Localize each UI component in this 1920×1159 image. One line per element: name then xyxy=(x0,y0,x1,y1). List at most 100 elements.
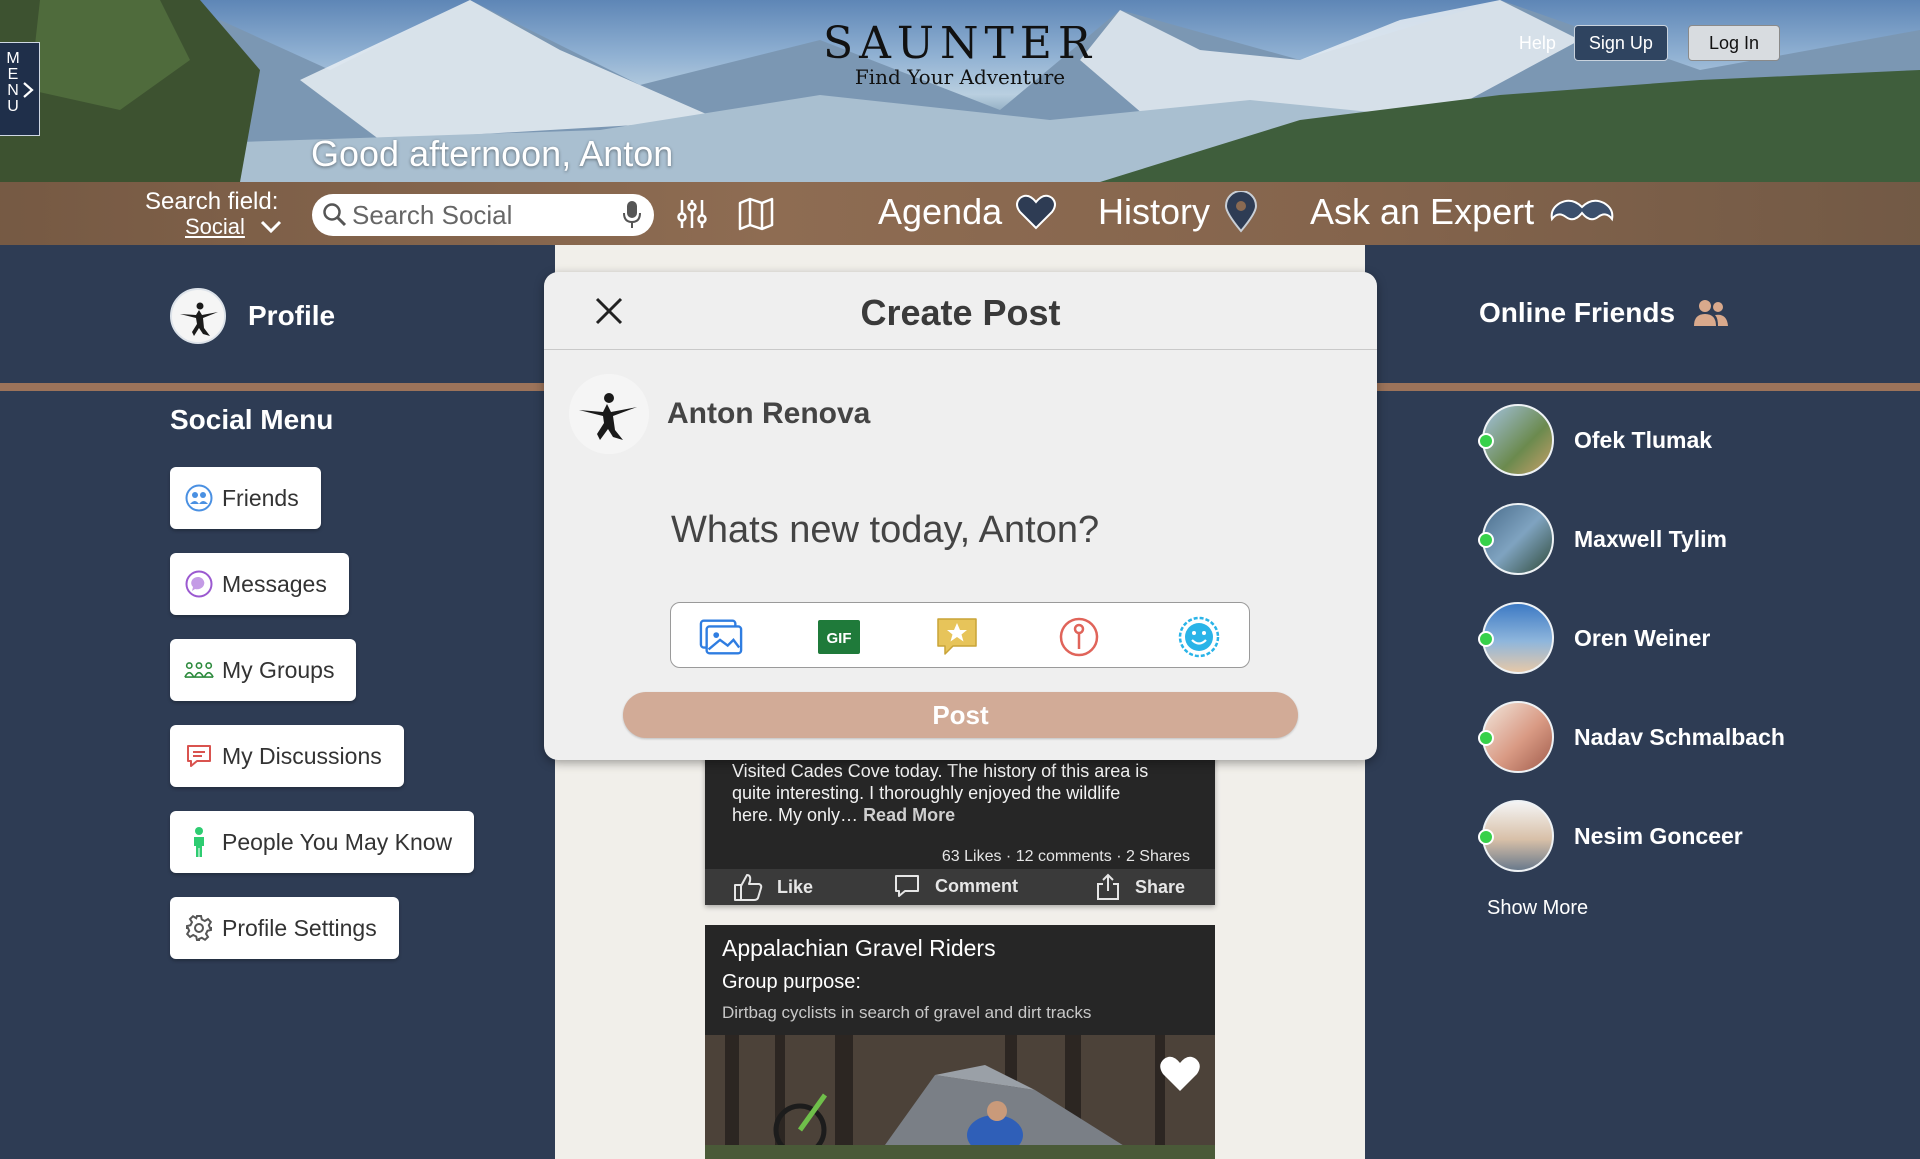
discussions-icon xyxy=(184,741,214,771)
modal-user-name: Anton Renova xyxy=(667,397,871,430)
group-photo-image xyxy=(705,1035,1215,1159)
photo-icon[interactable] xyxy=(699,617,743,657)
star-review-icon[interactable] xyxy=(935,617,979,657)
log-in-button[interactable]: Log In xyxy=(1687,25,1780,61)
menu-my-discussions-label: My Discussions xyxy=(222,742,382,769)
modal-user-avatar xyxy=(569,374,649,454)
post-button[interactable]: Post xyxy=(623,692,1298,738)
search-field-label: Search field: xyxy=(145,188,279,215)
nav-expert-label: Ask an Expert xyxy=(1310,191,1535,232)
menu-my-discussions-button[interactable]: My Discussions xyxy=(170,725,404,787)
online-friends-label: Online Friends xyxy=(1479,297,1676,328)
menu-tab[interactable]: M E N U xyxy=(0,42,40,136)
microphone-icon[interactable] xyxy=(622,200,642,230)
online-friend-item[interactable]: Maxwell Tylim xyxy=(1478,503,1727,575)
like-button[interactable]: Like xyxy=(733,873,813,901)
online-friends-title: Online Friends xyxy=(1479,297,1729,329)
profile-link[interactable]: Profile xyxy=(170,288,335,344)
chevron-right-icon xyxy=(23,82,34,98)
search-input[interactable] xyxy=(352,199,612,231)
menu-profile-settings-label: Profile Settings xyxy=(222,914,377,941)
search-field-select[interactable]: Social xyxy=(185,214,245,240)
modal-header: Create Post xyxy=(544,272,1377,350)
filter-sliders-icon[interactable] xyxy=(675,197,709,231)
post-actions-bar: Like Comment Share xyxy=(705,869,1215,905)
search-icon xyxy=(323,203,347,227)
menu-friends-button[interactable]: Friends xyxy=(170,467,321,529)
nav-history-label: History xyxy=(1098,191,1211,232)
gear-icon xyxy=(184,913,214,943)
show-more-link[interactable]: Show More xyxy=(1487,897,1588,920)
heart-favorite-icon[interactable] xyxy=(1159,1055,1201,1093)
sign-up-button[interactable]: Sign Up xyxy=(1573,25,1668,61)
friend-name: Maxwell Tylim xyxy=(1574,525,1727,552)
create-post-modal: Create Post Anton Renova GIF xyxy=(544,272,1377,760)
post-text-input[interactable] xyxy=(671,509,1311,552)
help-link[interactable]: Help xyxy=(1519,33,1556,54)
logo-tagline: Find Your Adventure xyxy=(854,65,1066,89)
messages-icon xyxy=(184,569,214,599)
gif-label: GIF xyxy=(827,630,852,647)
search-box xyxy=(312,194,654,236)
nav-agenda[interactable]: Agenda xyxy=(878,191,1057,233)
location-pin-icon[interactable] xyxy=(1057,617,1101,657)
group-purpose-label: Group purpose: xyxy=(722,971,861,993)
share-button[interactable]: Share xyxy=(1095,873,1185,901)
online-status-dot xyxy=(1478,631,1494,647)
online-friend-item[interactable]: Nadav Schmalbach xyxy=(1478,701,1785,773)
menu-my-groups-label: My Groups xyxy=(222,656,335,683)
social-menu-title: Social Menu xyxy=(170,404,334,435)
group-title: Appalachian Gravel Riders xyxy=(722,935,996,961)
emoji-icon[interactable] xyxy=(1177,616,1221,658)
map-icon[interactable] xyxy=(738,197,774,231)
profile-label: Profile xyxy=(248,300,336,331)
mustache-icon xyxy=(1550,199,1614,222)
online-friend-item[interactable]: Nesim Gonceer xyxy=(1478,800,1743,872)
comment-icon xyxy=(895,875,919,897)
menu-messages-label: Messages xyxy=(222,570,327,597)
feed-post-card: Visited Cades Cove today. The history of… xyxy=(705,745,1215,905)
post-body: Visited Cades Cove today. The history of… xyxy=(732,760,1162,826)
online-status-dot xyxy=(1478,829,1494,845)
hero-banner: M E N U SAUNTER Find Your Adventure Help… xyxy=(0,0,1920,182)
modal-user: Anton Renova xyxy=(569,374,870,454)
jumping-person-image xyxy=(569,374,649,454)
menu-friends-label: Friends xyxy=(222,484,299,511)
comment-label: Comment xyxy=(935,875,1019,896)
jumping-person-image xyxy=(172,290,224,342)
friend-name: Nadav Schmalbach xyxy=(1574,723,1785,750)
person-icon xyxy=(184,827,214,857)
groups-icon xyxy=(184,655,214,685)
friend-name: Oren Weiner xyxy=(1574,624,1711,651)
greeting: Good afternoon, Anton xyxy=(311,133,674,174)
group-card[interactable]: Appalachian Gravel Riders Group purpose:… xyxy=(705,925,1215,1159)
friend-name: Ofek Tlumak xyxy=(1574,426,1713,453)
nav-history[interactable]: History xyxy=(1098,191,1258,233)
thumbs-up-icon xyxy=(734,874,763,901)
close-icon[interactable] xyxy=(592,294,626,328)
nav-agenda-label: Agenda xyxy=(878,191,1003,232)
search-nav-bar: Search field: Social Agenda Histo xyxy=(0,182,1920,245)
online-friend-item[interactable]: Ofek Tlumak xyxy=(1478,404,1713,476)
online-friend-item[interactable]: Oren Weiner xyxy=(1478,602,1711,674)
share-icon xyxy=(1097,873,1119,900)
comment-button[interactable]: Comment xyxy=(893,873,1018,899)
menu-my-groups-button[interactable]: My Groups xyxy=(170,639,357,701)
menu-messages-button[interactable]: Messages xyxy=(170,553,349,615)
friend-name: Nesim Gonceer xyxy=(1574,822,1743,849)
group-description: Dirtbag cyclists in search of gravel and… xyxy=(722,1003,1092,1022)
nav-ask-expert[interactable]: Ask an Expert xyxy=(1310,191,1616,233)
logo[interactable]: SAUNTER Find Your Adventure xyxy=(820,18,1100,89)
menu-profile-settings-button[interactable]: Profile Settings xyxy=(170,897,399,959)
gif-icon[interactable]: GIF xyxy=(817,617,861,657)
logo-brand: SAUNTER xyxy=(822,18,1098,69)
top-links: Help Sign Up Log In xyxy=(1519,25,1780,61)
chevron-down-icon[interactable] xyxy=(260,220,282,234)
read-more-link[interactable]: Read More xyxy=(863,805,955,825)
menu-people-you-may-know-button[interactable]: People You May Know xyxy=(170,811,475,873)
post-stats: 63 Likes · 12 comments · 2 Shares xyxy=(941,848,1190,865)
people-icon xyxy=(1694,300,1729,326)
divider-right xyxy=(1365,383,1920,391)
map-pin-icon xyxy=(1225,191,1258,233)
friends-icon xyxy=(184,483,214,513)
